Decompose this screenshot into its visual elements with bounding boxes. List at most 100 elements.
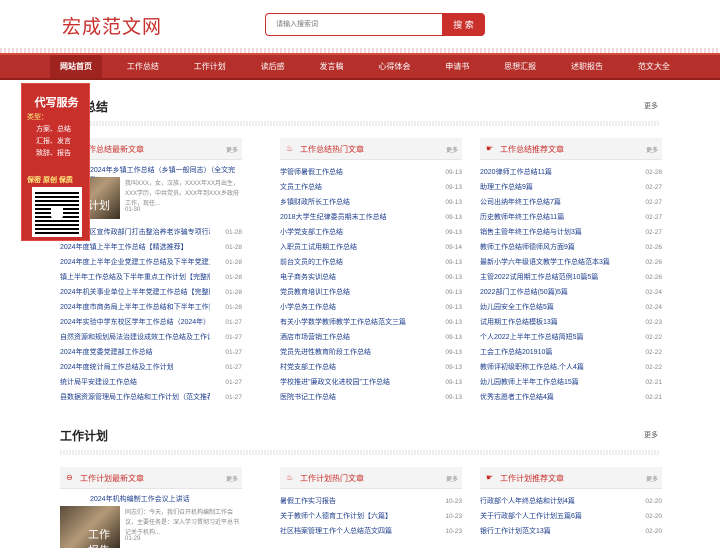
nav-item[interactable]: 工作计划 (184, 55, 236, 78)
nav-item[interactable]: 思想汇报 (494, 55, 546, 78)
search-box: 搜 索 (265, 13, 485, 36)
article-link[interactable]: 小学党支部工作总结 (280, 225, 430, 240)
article-link[interactable]: 工会工作总结201910篇 (480, 345, 630, 360)
article-link[interactable]: 试用期工作总结模板13篇 (480, 315, 630, 330)
article-link[interactable]: 幼儿园安全工作总结5篇 (480, 300, 630, 315)
article-link[interactable]: 个人2022上半年工作总结简短5篇 (480, 330, 630, 345)
article-link[interactable]: 前台文员的工作总结 (280, 255, 430, 270)
article-link[interactable]: 教师评初级职称工作总结,个人4篇 (480, 360, 630, 375)
nav-item[interactable]: 发言稿 (310, 55, 354, 78)
article-link[interactable]: 学校推进"廉政文化进校园"工作总结 (280, 375, 430, 390)
article-date: 09-13 (445, 289, 462, 296)
article-list: 行政部个人年终总结和计划4篇 02-20 关于行政部个人工作计划五篇6篇 02-20 银… (480, 494, 662, 539)
nav-item[interactable]: 申请书 (435, 55, 479, 78)
article-date: 02-20 (645, 528, 662, 535)
article-link[interactable]: 主管2022试用期工作总结范例10篇5篇 (480, 270, 630, 285)
search-button[interactable]: 搜 索 (442, 13, 485, 36)
article-link[interactable]: 优秀志愿者工作总结4篇 (480, 390, 630, 405)
panel-title: 工作计划最新文章 (80, 474, 144, 483)
site-logo[interactable]: 宏成范文网 (62, 12, 162, 39)
featured-thumbnail[interactable]: 工作报告 (60, 506, 120, 557)
panel-more-link[interactable]: 更多 (226, 145, 238, 154)
nav-item[interactable]: 述职报告 (561, 55, 613, 78)
article-link[interactable]: 暑假工作实习报告 (280, 494, 430, 509)
article-link[interactable]: 乡镇财政所长工作总结 (280, 195, 430, 210)
article-link[interactable]: 最新小学六年级语文教学工作总结范本3篇 (480, 255, 630, 270)
search-input[interactable] (265, 13, 443, 36)
nav-item[interactable]: 范文大全 (628, 55, 680, 78)
nav-item[interactable]: 工作总结 (117, 55, 169, 78)
article-link[interactable]: 社区档案管理工作个人总结范文四篇 (280, 524, 430, 539)
article-link[interactable]: 有关小学数学教师教学工作总结范文三篇 (280, 315, 430, 330)
ad-banner-writing-service[interactable]: 代写服务 类型： 方案、总结 汇报、发言 致辞、报告 保密 原创 保质 (21, 83, 90, 241)
article-link[interactable]: 文员工作总结 (280, 180, 430, 195)
article-date: 02-27 (645, 184, 662, 191)
article-link[interactable]: 教师工作总结师德师风方面9篇 (480, 240, 630, 255)
article-link[interactable]: 酒店市场营销工作总结 (280, 330, 430, 345)
list-item: 酒店市场营销工作总结 09-13 (280, 330, 462, 345)
panel-more-link[interactable]: 更多 (646, 474, 658, 483)
article-link[interactable]: 行政部个人年终总结和计划4篇 (480, 494, 630, 509)
panel-more-link[interactable]: 更多 (646, 145, 658, 154)
article-link[interactable]: 党员先进性教育阶段工作总结 (280, 345, 430, 360)
list-item: 村党支部工作总结 09-13 (280, 360, 462, 375)
article-link[interactable]: 2024年实验中学东校区学年工作总结（2024年） (60, 315, 210, 330)
article-link[interactable]: 历史教师年终工作总结11篇 (480, 210, 630, 225)
article-link[interactable]: 2018大学生纪律委员期末工作总结 (280, 210, 430, 225)
article-link[interactable]: 镇上半年工作总结及下半年重点工作计划【完整版】 (60, 270, 210, 285)
featured-title[interactable]: 2024年机构编制工作会议上讲话 (60, 494, 242, 504)
article-link[interactable]: 2024年度统计局工作总结及工作计划 (60, 360, 210, 375)
article-date: 01-27 (225, 334, 242, 341)
panel-title: 工作总结推荐文章 (500, 145, 564, 154)
nav-item[interactable]: 心得体会 (368, 55, 420, 78)
panel-header: ☛ 工作计划推荐文章 更多 (480, 467, 662, 489)
minus-circle-icon: ⊖ (66, 473, 73, 482)
section-more-link[interactable]: 更多 (644, 101, 658, 111)
pointing-hand-icon: ☛ (486, 144, 494, 153)
article-link[interactable]: 小学总务工作总结 (280, 300, 430, 315)
article-link[interactable]: 县数据资源管理局工作总结和工作计划（范文推荐） (60, 390, 210, 405)
article-link[interactable]: 银行工作计划范文13篇 (480, 524, 630, 539)
list-item: 医院书记工作总结 09-13 (280, 390, 462, 405)
article-date: 01-28 (225, 289, 242, 296)
article-link[interactable]: 统计局平安建设工作总结 (60, 375, 210, 390)
panel-more-link[interactable]: 更多 (226, 474, 238, 483)
article-date: 01-28 (225, 229, 242, 236)
article-link[interactable]: 村党支部工作总结 (280, 360, 430, 375)
article-link[interactable]: 幼儿园教师上半年工作总结15篇 (480, 375, 630, 390)
article-link[interactable]: 2020律师工作总结11篇 (480, 165, 630, 180)
article-link[interactable]: 2022部门工作总结(50篇)5篇 (480, 285, 630, 300)
article-link[interactable]: 2024年度党委党建部工作总结 (60, 345, 210, 360)
panel-title: 工作总结热门文章 (300, 145, 364, 154)
article-date: 09-13 (445, 229, 462, 236)
section-more-link[interactable]: 更多 (644, 430, 658, 440)
panel-more-link[interactable]: 更多 (446, 145, 458, 154)
article-link[interactable]: 关于行政部个人工作计划五篇6篇 (480, 509, 630, 524)
article-link[interactable]: 2024年机关事业单位上半年党建工作总结【完整版】 (60, 285, 210, 300)
article-link[interactable]: 助理工作总结9篇 (480, 180, 630, 195)
article-date: 10-23 (445, 498, 462, 505)
article-date: 09-13 (445, 379, 462, 386)
featured-article[interactable]: 2024年机构编制工作会议上讲话 工作报告 同志们：今天，我们召开机构编制工作会议，… (60, 494, 242, 557)
article-link[interactable]: 电子商务实训总结 (280, 270, 430, 285)
panel-header: ☛ 工作总结推荐文章 更多 (480, 138, 662, 160)
article-link[interactable]: 2024年度上半年企业党建工作总结及下半年党建工作... (60, 255, 210, 270)
article-link[interactable]: 关于教师个人德育工作计划【六篇】 (280, 509, 430, 524)
list-item: 2024年度镇上半年工作总结【精选推荐】 01-28 (60, 240, 242, 255)
article-link[interactable]: 医院书记工作总结 (280, 390, 430, 405)
article-link[interactable]: 自然资源和规划局法治建设成效工作总结及工作计划... (60, 330, 210, 345)
panel-title: 工作计划推荐文章 (500, 474, 564, 483)
article-link[interactable]: 2024年度镇上半年工作总结【精选推荐】 (60, 240, 210, 255)
article-link[interactable]: 2024年度市商务局上半年工作总结和下半年工作思路... (60, 300, 210, 315)
nav-item[interactable]: 网站首页 (50, 55, 102, 78)
article-link[interactable]: 公司出纳年终工作总结7篇 (480, 195, 630, 210)
article-link[interactable]: 销售主管年终工作总结与计划3篇 (480, 225, 630, 240)
list-item: 文员工作总结 09-13 (280, 180, 462, 195)
article-date: 02-26 (645, 259, 662, 266)
article-link[interactable]: 党员教育培训工作总结 (280, 285, 430, 300)
article-link[interactable]: 入职员工试用期工作总结 (280, 240, 430, 255)
article-link[interactable]: 学管师暑假工作总结 (280, 165, 430, 180)
nav-item[interactable]: 读后感 (251, 55, 295, 78)
article-date: 02-24 (645, 289, 662, 296)
panel-more-link[interactable]: 更多 (446, 474, 458, 483)
